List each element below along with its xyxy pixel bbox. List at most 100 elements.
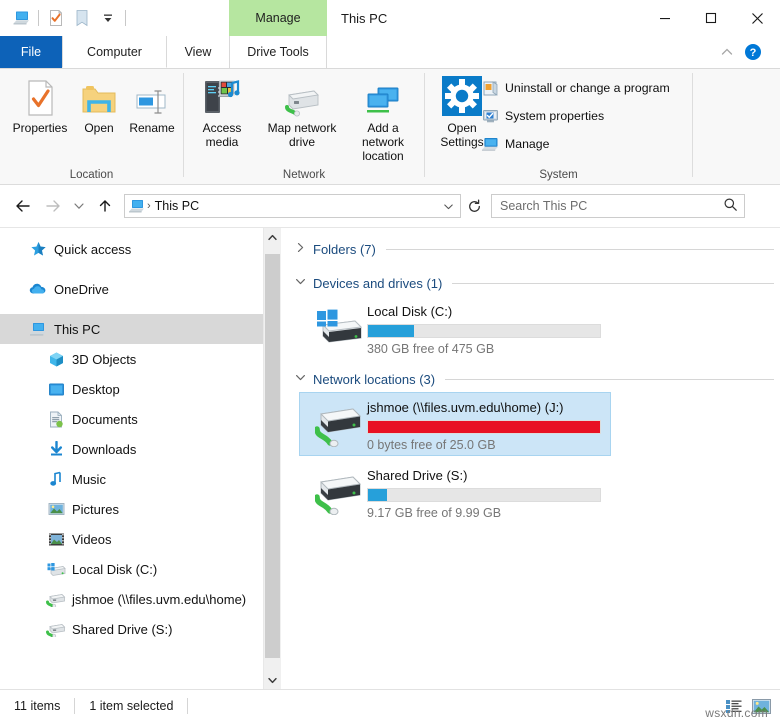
this-pc-icon[interactable] xyxy=(8,5,34,31)
scroll-down-icon[interactable] xyxy=(264,671,281,689)
drive-info: Local Disk (C:) 380 GB free of 475 GB xyxy=(367,300,605,356)
windows-drive-icon xyxy=(313,300,367,356)
scroll-thumb[interactable] xyxy=(265,254,280,658)
drive-tile-jshmoe[interactable]: jshmoe (\\files.uvm.edu\home) (J:) 0 byt… xyxy=(299,392,611,456)
ribbon-button-system-properties[interactable]: System properties xyxy=(481,105,604,127)
breadcrumb-this-pc[interactable]: This PC xyxy=(155,199,199,213)
group-header-folders[interactable]: Folders (7) xyxy=(295,236,780,262)
manage-computer-icon xyxy=(481,135,499,153)
group-header-devices-and-drives[interactable]: Devices and drives (1) xyxy=(295,270,780,296)
pictures-icon xyxy=(44,499,68,519)
ribbon-button-add-network-location[interactable]: Add a network location xyxy=(346,73,420,163)
chevron-down-icon[interactable] xyxy=(295,372,313,386)
sidebar-item-this-pc[interactable]: This PC xyxy=(0,314,281,344)
sidebar-item-label: Downloads xyxy=(72,441,137,457)
back-button[interactable] xyxy=(8,191,38,221)
up-button[interactable] xyxy=(90,191,120,221)
sidebar-item-label: Music xyxy=(72,471,106,487)
ribbon-button-open-label: Open xyxy=(84,121,114,135)
sidebar-item-desktop[interactable]: Desktop xyxy=(0,374,281,404)
ribbon-group-divider-3 xyxy=(692,73,693,177)
ribbon-button-system-properties-label: System properties xyxy=(505,109,605,123)
tab-file[interactable]: File xyxy=(0,36,62,68)
capacity-bar xyxy=(367,488,601,502)
drive-name: Local Disk (C:) xyxy=(367,304,453,319)
network-drive-icon xyxy=(44,589,68,609)
help-button[interactable]: ? xyxy=(744,36,762,68)
sidebar-item-videos[interactable]: Videos xyxy=(0,524,281,554)
sidebar-item-label: OneDrive xyxy=(54,281,109,297)
sidebar-item-pictures[interactable]: Pictures xyxy=(0,494,281,524)
recent-locations-button[interactable] xyxy=(68,191,90,221)
group-header-rule xyxy=(445,378,774,380)
scroll-up-icon[interactable] xyxy=(264,228,281,246)
chevron-right-icon[interactable] xyxy=(295,242,313,256)
qat-divider-1 xyxy=(38,10,39,26)
navigation-scrollbar[interactable] xyxy=(263,228,281,689)
minimize-button[interactable] xyxy=(642,0,688,36)
drive-tile-shared-drive-s[interactable]: Shared Drive (S:) 9.17 GB free of 9.99 G… xyxy=(299,460,611,524)
videos-icon xyxy=(44,529,68,549)
sidebar-item-music[interactable]: Music xyxy=(0,464,281,494)
address-bar[interactable]: › This PC xyxy=(124,194,461,218)
breadcrumb-separator[interactable]: › xyxy=(147,200,151,212)
file-list-pane[interactable]: Folders (7) Devices and drives (1) Local… xyxy=(281,228,780,689)
sidebar-item-label: Quick access xyxy=(54,241,132,257)
forward-button[interactable] xyxy=(38,191,68,221)
this-pc-icon xyxy=(26,319,50,339)
window-controls xyxy=(642,0,780,36)
chevron-down-icon[interactable] xyxy=(443,195,454,217)
ribbon-button-access-media[interactable]: Access media xyxy=(190,73,254,149)
ribbon-group-network-label: Network xyxy=(282,169,326,181)
drive-tile-local-disk-c[interactable]: Local Disk (C:) 380 GB free of 475 GB xyxy=(299,296,611,360)
sidebar-item-local-disk-c[interactable]: Local Disk (C:) xyxy=(0,554,281,584)
ribbon-button-uninstall-program-label: Uninstall or change a program xyxy=(505,81,670,95)
sidebar-item-documents[interactable]: Documents xyxy=(0,404,281,434)
system-properties-icon xyxy=(481,107,499,125)
sidebar-item-3d-objects[interactable]: 3D Objects xyxy=(0,344,281,374)
sidebar-item-quick-access[interactable]: Quick access xyxy=(0,234,281,264)
qat-divider-2 xyxy=(125,10,126,26)
ribbon-button-uninstall-program[interactable]: Uninstall or change a program xyxy=(481,77,670,99)
sidebar-item-downloads[interactable]: Downloads xyxy=(0,434,281,464)
ribbon-group-system-label: System xyxy=(539,169,578,181)
search-icon[interactable] xyxy=(723,197,738,215)
new-folder-icon[interactable] xyxy=(69,5,95,31)
nav-gap-2 xyxy=(0,304,281,314)
sidebar-item-jshmoe-network-drive[interactable]: jshmoe (\\files.uvm.edu\home) xyxy=(0,584,281,614)
ribbon-button-map-network-drive[interactable]: Map network drive xyxy=(258,73,346,149)
ribbon-button-properties[interactable]: Properties xyxy=(6,73,74,135)
ribbon-button-open[interactable]: Open xyxy=(76,73,122,135)
ribbon-button-manage[interactable]: Manage xyxy=(481,133,549,155)
maximize-button[interactable] xyxy=(688,0,734,36)
address-bar-row: › This PC Search This PC xyxy=(0,185,780,227)
properties-icon[interactable] xyxy=(43,5,69,31)
search-box[interactable]: Search This PC xyxy=(491,194,745,218)
access-media-icon xyxy=(201,73,243,117)
chevron-down-icon[interactable] xyxy=(295,276,313,290)
search-input[interactable]: Search This PC xyxy=(500,199,723,213)
sidebar-item-label: This PC xyxy=(54,321,101,337)
customize-qat-icon[interactable] xyxy=(95,5,121,31)
drive-free-space: 0 bytes free of 25.0 GB xyxy=(367,438,496,452)
sidebar-item-label: Documents xyxy=(72,411,138,427)
title-bar: Manage This PC xyxy=(0,0,780,36)
tab-computer[interactable]: Computer xyxy=(62,36,167,68)
sidebar-item-label: jshmoe (\\files.uvm.edu\home) xyxy=(72,591,247,607)
sidebar-item-shared-drive-s[interactable]: Shared Drive (S:) xyxy=(0,614,281,644)
watermark: wsxdn.com xyxy=(705,706,768,720)
tab-drive-tools[interactable]: Drive Tools xyxy=(229,36,327,68)
collapse-ribbon-button[interactable] xyxy=(720,36,734,68)
drive-free-space: 380 GB free of 475 GB xyxy=(367,342,495,356)
sidebar-item-label: Local Disk (C:) xyxy=(72,561,158,577)
sidebar-item-onedrive[interactable]: OneDrive xyxy=(0,274,281,304)
tab-view[interactable]: View xyxy=(167,36,229,68)
settings-gear-icon xyxy=(441,73,483,117)
ribbon-group-network: Access media Map network drive Add a net… xyxy=(184,69,424,184)
window-title: This PC xyxy=(341,10,388,26)
ribbon-button-rename[interactable]: Rename xyxy=(124,73,180,135)
refresh-button[interactable] xyxy=(461,194,487,218)
close-button[interactable] xyxy=(734,0,780,36)
group-header-network-locations[interactable]: Network locations (3) xyxy=(295,366,780,392)
ribbon-button-add-network-location-label: Add a network location xyxy=(361,121,405,163)
